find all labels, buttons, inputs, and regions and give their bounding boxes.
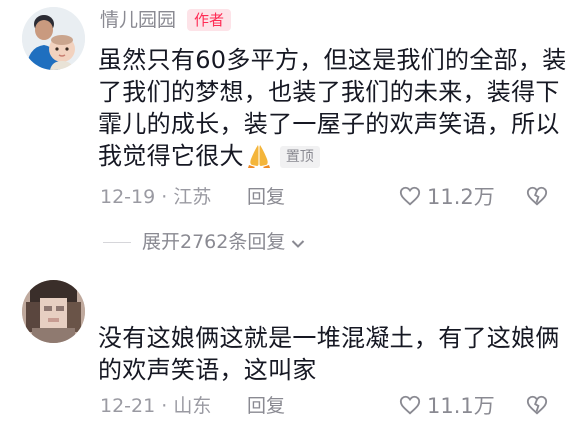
expand-replies-label: 展开2762条回复 [142, 231, 286, 253]
location: 江苏 [173, 186, 212, 208]
pinned-badge: 置顶 [279, 146, 320, 168]
broken-heart-icon[interactable] [526, 394, 548, 416]
like-count: 11.2万 [427, 185, 495, 209]
comment-text: 虽然只有60多平方，但这是我们的全部，装了我们的梦想，也装了我们的未来，装得下霏… [98, 44, 568, 176]
avatar-photo [22, 7, 85, 70]
heart-outline-icon[interactable] [399, 185, 421, 207]
username[interactable]: 情儿园园 [100, 7, 176, 33]
avatar-photo-blurred [22, 280, 85, 343]
author-badge: 作者 [187, 9, 232, 31]
comment-text: 没有这娘俩这就是一堆混凝土，有了这娘俩的欢声笑语，这叫家 [98, 324, 560, 384]
meta-separator: · [161, 395, 168, 417]
date: 12-21 [100, 395, 156, 417]
expand-divider-line [103, 242, 131, 243]
meta-separator: · [161, 186, 168, 208]
comment-date: 12-21 · 山东 [100, 393, 211, 419]
date: 12-19 [100, 186, 156, 208]
reply-button[interactable]: 回复 [247, 393, 285, 419]
location: 山东 [173, 395, 212, 417]
comment-date: 12-19 · 江苏 [100, 184, 211, 210]
like-count: 11.1万 [427, 394, 495, 418]
heart-outline-icon[interactable] [399, 394, 421, 416]
chevron-down-icon [291, 230, 305, 256]
expand-replies-button[interactable]: 展开2762条回复 [142, 229, 305, 256]
reply-button[interactable]: 回复 [247, 184, 285, 210]
comment-text-body: 虽然只有60多平方，但这是我们的全部，装了我们的梦想，也装了我们的未来，装得下霏… [98, 46, 567, 170]
commenter-avatar[interactable] [22, 280, 85, 343]
broken-heart-icon[interactable] [526, 185, 548, 207]
folded-hands-emoji [246, 142, 272, 176]
author-avatar[interactable] [22, 7, 85, 70]
